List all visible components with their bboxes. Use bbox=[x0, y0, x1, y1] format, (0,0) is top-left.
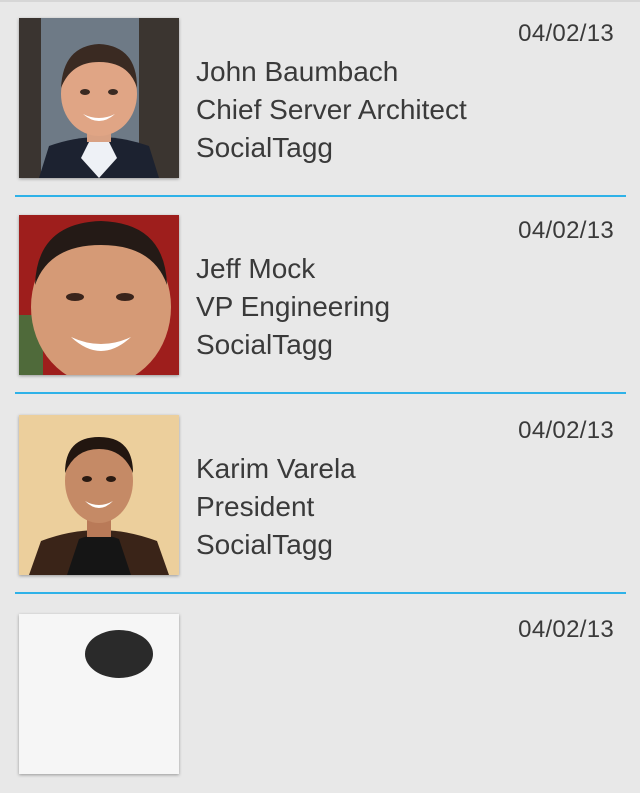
contact-date: 04/02/13 bbox=[518, 20, 614, 47]
contact-photo bbox=[19, 614, 179, 774]
row-divider bbox=[15, 592, 626, 594]
contact-row[interactable]: 04/02/13 bbox=[0, 596, 640, 793]
contact-name: Karim Varela bbox=[196, 453, 356, 484]
contact-photo bbox=[19, 18, 179, 178]
contact-date: 04/02/13 bbox=[518, 417, 614, 444]
contact-title: President bbox=[196, 491, 315, 522]
contact-row[interactable]: 04/02/13 Karim Varela President SocialTa… bbox=[0, 397, 640, 594]
contact-title: Chief Server Architect bbox=[196, 94, 467, 125]
contact-info: Jeff Mock VP Engineering SocialTagg bbox=[196, 250, 390, 364]
contact-company: SocialTagg bbox=[196, 329, 333, 360]
contact-title: VP Engineering bbox=[196, 291, 391, 322]
contact-date: 04/02/13 bbox=[518, 217, 614, 244]
contact-company: SocialTagg bbox=[196, 529, 333, 560]
contact-company: SocialTagg bbox=[196, 132, 333, 163]
contact-photo bbox=[19, 215, 179, 375]
contact-name: Jeff Mock bbox=[196, 253, 316, 284]
contact-row[interactable]: 04/02/13 John Baumbach Chief Server Arch… bbox=[0, 0, 640, 197]
contact-photo bbox=[19, 415, 179, 575]
contact-name: John Baumbach bbox=[196, 56, 399, 87]
contact-row[interactable]: 04/02/13 Jeff Mock VP Engineering Social… bbox=[0, 197, 640, 394]
contact-info: John Baumbach Chief Server Architect Soc… bbox=[196, 53, 467, 167]
contact-info: Karim Varela President SocialTagg bbox=[196, 450, 356, 564]
row-divider bbox=[15, 392, 626, 394]
